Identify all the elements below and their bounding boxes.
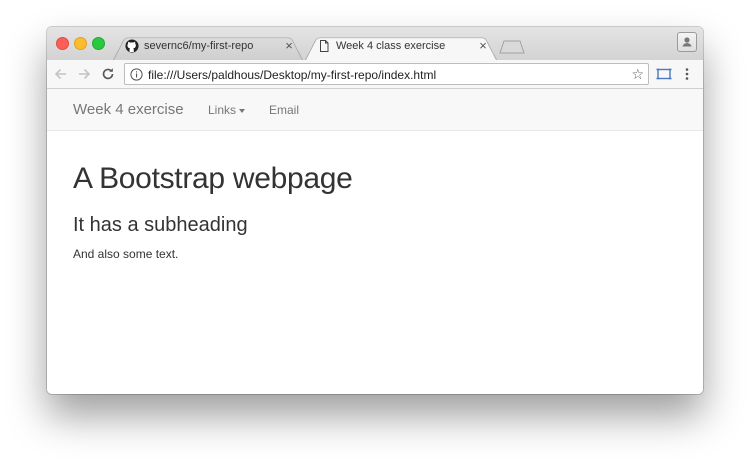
links-dropdown[interactable]: Links: [208, 103, 246, 117]
cast-icon[interactable]: [655, 65, 673, 83]
tab-title: severnc6/my-first-repo: [144, 40, 254, 52]
bookmark-star-icon[interactable]: ☆: [631, 66, 644, 83]
tab-strip: severnc6/my-first-repo × Week 4 class ex…: [47, 27, 703, 60]
site-navbar: Week 4 exercise Links Email: [47, 89, 703, 131]
back-arrow-icon[interactable]: [52, 65, 70, 83]
browser-window: severnc6/my-first-repo × Week 4 class ex…: [47, 27, 703, 394]
page-heading: A Bootstrap webpage: [73, 162, 353, 195]
body-text: And also some text.: [73, 247, 179, 261]
info-icon[interactable]: [130, 68, 143, 81]
menu-dots-icon[interactable]: [678, 65, 696, 83]
reload-icon[interactable]: [99, 65, 117, 83]
links-label: Links: [208, 103, 237, 117]
minimize-window-button[interactable]: [74, 37, 87, 50]
browser-toolbar: file:///Users/paldhous/Desktop/my-first-…: [47, 60, 703, 89]
tab-week-4-class-exercise[interactable]: Week 4 class exercise ×: [305, 33, 497, 60]
tab-severnc6-my-first-repo[interactable]: severnc6/my-first-repo ×: [113, 33, 303, 60]
url-text: file:///Users/paldhous/Desktop/my-first-…: [148, 68, 437, 82]
close-tab-icon[interactable]: ×: [477, 38, 489, 53]
email-link[interactable]: Email: [269, 103, 299, 117]
forward-arrow-icon[interactable]: [75, 65, 93, 83]
profile-button[interactable]: [677, 32, 697, 52]
close-tab-icon[interactable]: ×: [283, 38, 295, 53]
new-tab-button[interactable]: [499, 40, 525, 54]
page-viewport: Week 4 exercise Links Email A Bootstrap …: [47, 89, 703, 394]
tab-title: Week 4 class exercise: [336, 40, 446, 52]
document-icon: [320, 40, 329, 52]
page-subheading: It has a subheading: [73, 214, 248, 236]
person-icon: [682, 37, 692, 47]
caret-down-icon: [239, 108, 246, 113]
navbar-brand[interactable]: Week 4 exercise: [73, 101, 184, 118]
close-window-button[interactable]: [56, 37, 69, 50]
address-bar[interactable]: file:///Users/paldhous/Desktop/my-first-…: [124, 63, 649, 85]
github-icon: [125, 39, 139, 53]
zoom-window-button[interactable]: [92, 37, 105, 50]
